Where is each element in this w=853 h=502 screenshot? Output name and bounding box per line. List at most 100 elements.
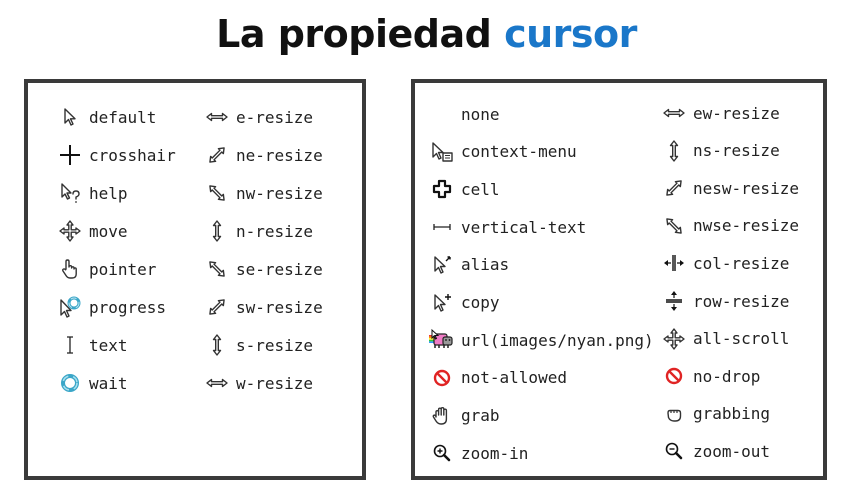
horizontal-resize-icon (204, 370, 230, 396)
cursor-item-vertical-text: vertical-text (429, 214, 586, 240)
cursor-item-copy: copy (429, 290, 500, 316)
cursor-label: s-resize (236, 335, 314, 355)
cursor-label: sw-resize (236, 297, 323, 317)
not-allowed-icon (429, 365, 455, 391)
help-icon (57, 180, 83, 206)
cursor-label: nw-resize (236, 183, 323, 203)
cursor-label: alias (461, 255, 510, 275)
cursor-item-default: default (57, 104, 156, 130)
hand-pointer-icon (57, 256, 83, 282)
page-title: La propiedad cursor (0, 12, 853, 56)
diagonal-ne-resize-icon (204, 294, 230, 320)
horizontal-resize-icon (204, 104, 230, 130)
cursor-label: zoom-in (461, 443, 529, 463)
cursor-item-ew-resize: ew-resize (661, 100, 780, 126)
cursor-item-crosshair: crosshair (57, 142, 176, 168)
cell-plus-icon (429, 176, 455, 202)
grabbing-fist-icon (661, 401, 687, 427)
no-cursor-icon (429, 101, 455, 127)
cursor-item-url-images-nyan-png: url(images/nyan.png) (429, 327, 654, 353)
cursor-item-no-drop: no-drop (661, 363, 760, 389)
vertical-text-icon (429, 214, 455, 240)
cursor-label: col-resize (693, 253, 790, 273)
move-icon (661, 326, 687, 352)
cursor-item-nw-resize: nw-resize (204, 180, 323, 206)
cursor-item-n-resize: n-resize (204, 218, 313, 244)
progress-icon (57, 294, 83, 320)
cursor-item-se-resize: se-resize (204, 256, 323, 282)
cursor-label: ew-resize (693, 103, 780, 123)
cursor-label: row-resize (693, 291, 790, 311)
zoom-in-icon (429, 440, 455, 466)
cursor-label: w-resize (236, 373, 314, 393)
cursor-item-move: move (57, 218, 128, 244)
cursor-label: nesw-resize (693, 178, 799, 198)
cursor-item-help: help (57, 180, 128, 206)
cursor-label: ns-resize (693, 141, 780, 161)
cursor-item-alias: alias (429, 252, 509, 278)
text-ibeam-icon (57, 332, 83, 358)
title-highlight: cursor (504, 12, 637, 56)
nyan-cat-icon (429, 327, 455, 353)
cursor-item-all-scroll: all-scroll (661, 326, 789, 352)
cursor-label: copy (461, 293, 500, 312)
diagonal-nw-resize-icon (661, 213, 687, 239)
move-icon (57, 218, 83, 244)
cursor-label: cell (461, 179, 500, 199)
col-resize-icon (661, 250, 687, 276)
title-prefix: La propiedad (216, 12, 492, 56)
cursor-label: wait (89, 373, 128, 393)
horizontal-resize-icon (661, 100, 687, 126)
cursor-label: none (461, 104, 500, 124)
cursor-item-pointer: pointer (57, 256, 156, 282)
row-resize-icon (661, 288, 687, 314)
not-allowed-icon (661, 363, 687, 389)
diagonal-ne-resize-icon (204, 142, 230, 168)
cursor-label: progress (89, 297, 167, 317)
arrow-icon (57, 104, 83, 130)
cursor-label: all-scroll (693, 329, 790, 349)
cursor-label: grabbing (693, 404, 771, 424)
copy-icon (429, 290, 455, 316)
cursor-label: n-resize (236, 221, 314, 241)
alias-icon (429, 252, 455, 278)
vertical-resize-icon (204, 332, 230, 358)
cursor-item-col-resize: col-resize (661, 250, 789, 276)
cursor-label: vertical-text (461, 217, 587, 237)
cursor-label: default (89, 107, 157, 127)
cursor-item-context-menu: context-menu (429, 139, 577, 165)
cursor-label: url(images/nyan.png) (461, 330, 654, 350)
cursor-item-text: text (57, 332, 128, 358)
cursor-label: nwse-resize (693, 216, 799, 236)
cursor-label: context-menu (461, 142, 577, 162)
cursor-item-e-resize: e-resize (204, 104, 313, 130)
diagonal-nw-resize-icon (204, 180, 230, 206)
cursor-item-wait: wait (57, 370, 128, 396)
left-cursor-panel: default crosshair help move pointer progress t… (24, 79, 366, 480)
cursor-label: ne-resize (236, 145, 323, 165)
diagonal-nw-resize-icon (204, 256, 230, 282)
right-cursor-panel: none context-menu cell vertical-text alias co… (411, 79, 827, 480)
vertical-resize-icon (204, 218, 230, 244)
cursor-item-ns-resize: ns-resize (661, 138, 780, 164)
cursor-item-w-resize: w-resize (204, 370, 313, 396)
cursor-item-row-resize: row-resize (661, 288, 789, 314)
crosshair-icon (57, 142, 83, 168)
cursor-label: no-drop (693, 366, 761, 386)
cursor-label: move (89, 221, 128, 241)
cursor-item-zoom-in: zoom-in (429, 440, 528, 466)
cursor-label: e-resize (236, 107, 314, 127)
cursor-label: zoom-out (693, 441, 771, 461)
cursor-item-none: none (429, 101, 500, 127)
grab-hand-icon (429, 403, 455, 429)
cursor-label: pointer (89, 259, 157, 279)
cursor-item-zoom-out: zoom-out (661, 438, 770, 464)
cursor-item-nwse-resize: nwse-resize (661, 213, 799, 239)
cursor-label: text (89, 335, 128, 355)
cursor-item-not-allowed: not-allowed (429, 365, 567, 391)
cursor-item-grabbing: grabbing (661, 401, 770, 427)
zoom-out-icon (661, 438, 687, 464)
cursor-item-cell: cell (429, 176, 500, 202)
cursor-label: grab (461, 406, 500, 426)
cursor-item-sw-resize: sw-resize (204, 294, 323, 320)
